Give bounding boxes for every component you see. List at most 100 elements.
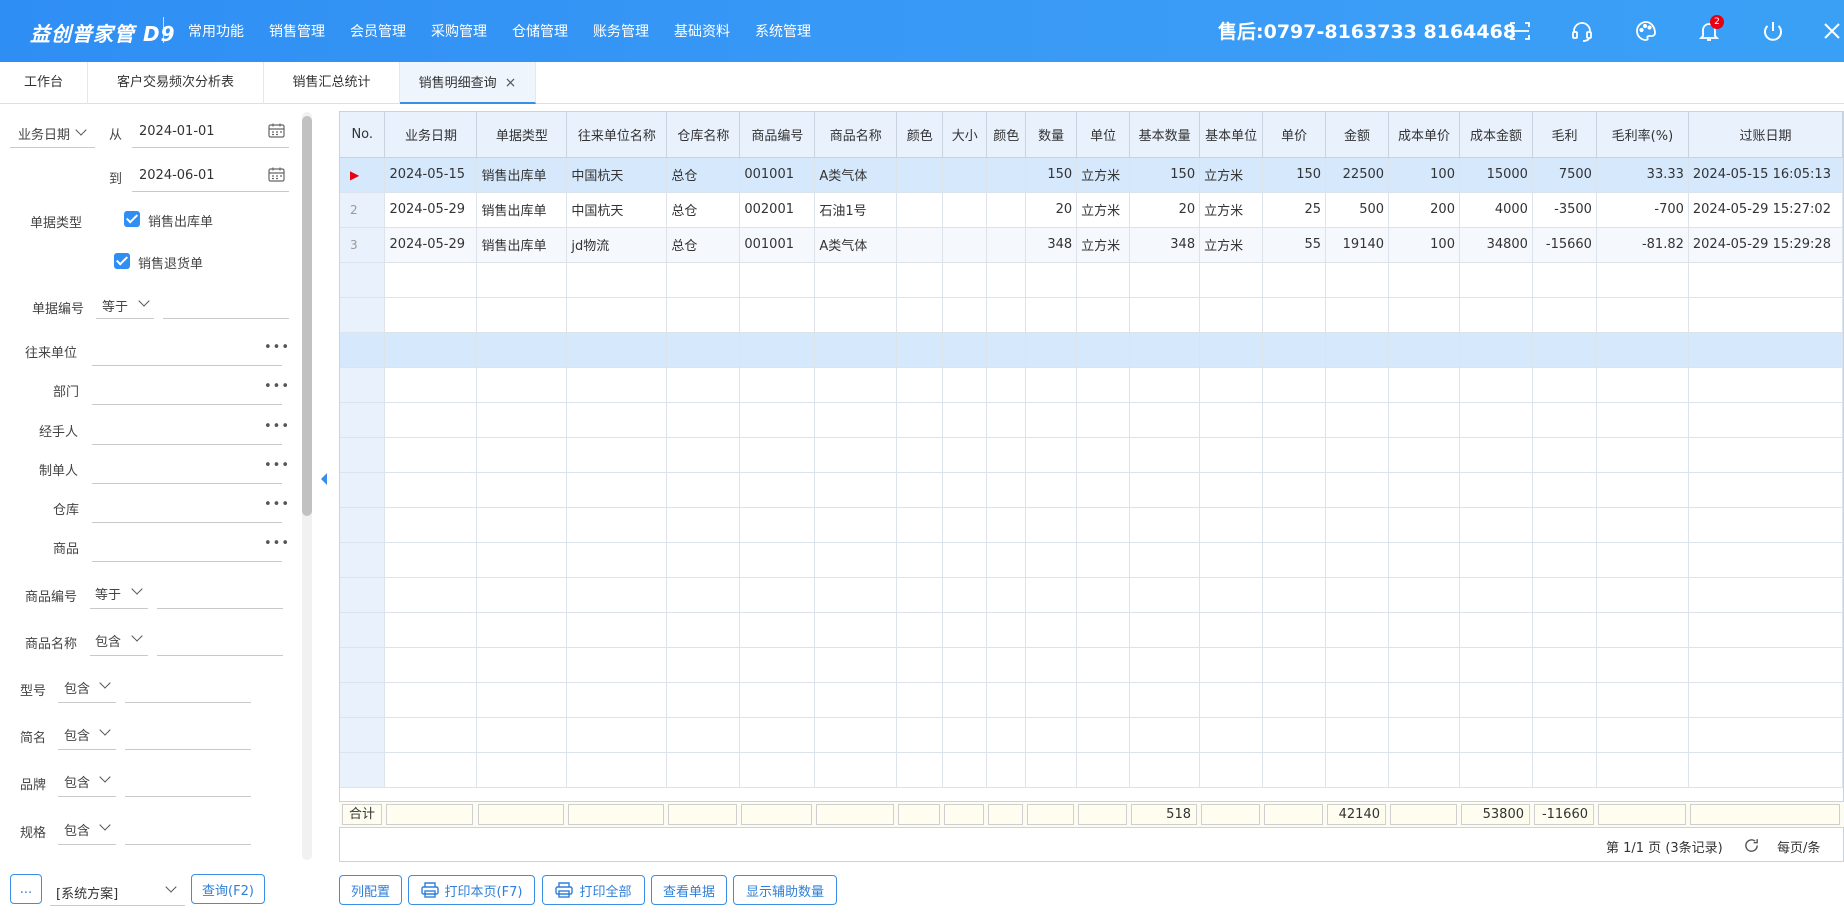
product-code-input[interactable] bbox=[157, 608, 283, 609]
partner-lookup-button[interactable]: ••• bbox=[264, 340, 290, 355]
column-header[interactable]: No. bbox=[340, 112, 386, 158]
column-header[interactable]: 基本数量 bbox=[1129, 112, 1201, 158]
more-options-button[interactable]: ... bbox=[10, 874, 42, 904]
print-page-button[interactable]: 打印本页(F7) bbox=[408, 875, 535, 905]
refresh-icon[interactable] bbox=[1743, 837, 1760, 854]
column-header[interactable]: 往来单位名称 bbox=[566, 112, 668, 158]
nav-common[interactable]: 常用功能 bbox=[188, 21, 244, 41]
handler-input[interactable] bbox=[92, 444, 282, 445]
short-name-label: 简名 bbox=[20, 731, 47, 746]
empty-row bbox=[340, 402, 1843, 438]
product-name-input[interactable] bbox=[157, 655, 283, 656]
close-icon[interactable] bbox=[1818, 17, 1844, 45]
warehouse-lookup-button[interactable]: ••• bbox=[264, 497, 290, 512]
column-header[interactable]: 仓库名称 bbox=[666, 112, 741, 158]
column-header[interactable]: 毛利 bbox=[1532, 112, 1597, 158]
palette-icon[interactable] bbox=[1632, 17, 1660, 45]
column-header[interactable]: 商品名称 bbox=[814, 112, 898, 158]
nav-sales[interactable]: 销售管理 bbox=[269, 21, 325, 41]
table-row[interactable]: 2 2024-05-29 销售出库单 中国杭天 总仓 002001 石油1号 2… bbox=[340, 192, 1843, 228]
tab-customer-frequency[interactable]: 客户交易频次分析表 bbox=[88, 62, 264, 104]
brand-operator[interactable]: 包含 bbox=[64, 772, 90, 791]
date-type-select[interactable]: 业务日期 bbox=[18, 124, 70, 143]
show-aux-qty-button[interactable]: 显示辅助数量 bbox=[733, 875, 837, 905]
cell-name: A类气体 bbox=[814, 157, 898, 193]
column-header[interactable]: 单据类型 bbox=[476, 112, 568, 158]
column-header[interactable]: 成本单价 bbox=[1388, 112, 1460, 158]
cell-date: 2024-05-29 bbox=[384, 192, 478, 228]
dept-lookup-button[interactable]: ••• bbox=[264, 379, 290, 394]
tab-close-icon[interactable]: × bbox=[505, 75, 517, 91]
scan-icon[interactable] bbox=[1506, 17, 1534, 45]
column-header[interactable]: 数量 bbox=[1025, 112, 1078, 158]
column-header[interactable]: 基本单位 bbox=[1199, 112, 1264, 158]
tab-sales-summary[interactable]: 销售汇总统计 bbox=[264, 62, 400, 104]
product-lookup-button[interactable]: ••• bbox=[264, 536, 290, 551]
short-name-operator[interactable]: 包含 bbox=[64, 725, 90, 744]
model-operator[interactable]: 包含 bbox=[64, 678, 90, 697]
collapse-panel-handle[interactable] bbox=[321, 473, 327, 485]
view-document-button[interactable]: 查看单据 bbox=[651, 875, 727, 905]
empty-row bbox=[340, 647, 1843, 683]
creator-input[interactable] bbox=[92, 483, 282, 484]
column-header[interactable]: 颜色 bbox=[986, 112, 1027, 158]
handler-lookup-button[interactable]: ••• bbox=[264, 419, 290, 434]
checkbox-sales-out[interactable] bbox=[124, 211, 140, 227]
column-header[interactable]: 商品编号 bbox=[739, 112, 816, 158]
tab-workbench[interactable]: 工作台 bbox=[0, 62, 88, 104]
partner-input[interactable] bbox=[92, 365, 282, 366]
nav-warehouse[interactable]: 仓储管理 bbox=[512, 21, 568, 41]
calendar-icon[interactable] bbox=[268, 167, 285, 182]
nav-system[interactable]: 系统管理 bbox=[755, 21, 811, 41]
dept-input[interactable] bbox=[92, 404, 282, 405]
column-header[interactable]: 成本金额 bbox=[1459, 112, 1533, 158]
column-header[interactable]: 业务日期 bbox=[384, 112, 478, 158]
power-icon[interactable] bbox=[1759, 17, 1787, 45]
product-code-operator[interactable]: 等于 bbox=[95, 584, 121, 603]
short-name-input[interactable] bbox=[125, 749, 251, 750]
nav-purchase[interactable]: 采购管理 bbox=[431, 21, 487, 41]
cell-price: 55 bbox=[1262, 227, 1327, 263]
cell-profit: 7500 bbox=[1532, 157, 1597, 193]
product-input[interactable] bbox=[92, 561, 282, 562]
per-page-label[interactable]: 每页/条 bbox=[1777, 837, 1820, 856]
tab-sales-detail[interactable]: 销售明细查询 × bbox=[400, 62, 536, 104]
creator-lookup-button[interactable]: ••• bbox=[264, 458, 290, 473]
doc-no-input[interactable] bbox=[163, 318, 289, 319]
scheme-select[interactable]: [系统方案] bbox=[50, 876, 185, 906]
column-header[interactable]: 毛利率(%) bbox=[1596, 112, 1689, 158]
spec-operator[interactable]: 包含 bbox=[64, 820, 90, 839]
checkbox-sales-return[interactable] bbox=[114, 253, 130, 269]
nav-accounts[interactable]: 账务管理 bbox=[593, 21, 649, 41]
column-header[interactable]: 颜色 bbox=[896, 112, 944, 158]
column-header[interactable]: 金额 bbox=[1325, 112, 1390, 158]
empty-row bbox=[340, 717, 1843, 753]
query-button[interactable]: 查询(F2) bbox=[191, 874, 265, 904]
column-header[interactable]: 单价 bbox=[1262, 112, 1327, 158]
column-config-button[interactable]: 列配置 bbox=[339, 875, 402, 905]
product-name-operator[interactable]: 包含 bbox=[95, 631, 121, 650]
column-header[interactable]: 过账日期 bbox=[1688, 112, 1843, 158]
row-number: 3 bbox=[340, 227, 386, 263]
nav-members[interactable]: 会员管理 bbox=[350, 21, 406, 41]
headset-icon[interactable] bbox=[1568, 17, 1596, 45]
model-input[interactable] bbox=[125, 702, 251, 703]
filter-scrollbar-thumb[interactable] bbox=[302, 116, 312, 516]
print-all-button[interactable]: 打印全部 bbox=[542, 875, 645, 905]
doc-no-operator[interactable]: 等于 bbox=[102, 296, 128, 315]
spec-input[interactable] bbox=[125, 844, 251, 845]
to-date-input[interactable]: 2024-06-01 bbox=[139, 168, 215, 183]
column-header[interactable]: 大小 bbox=[942, 112, 988, 158]
column-header[interactable]: 单位 bbox=[1076, 112, 1131, 158]
nav-basic-data[interactable]: 基础资料 bbox=[674, 21, 730, 41]
table-row[interactable]: 3 2024-05-29 销售出库单 jd物流 总仓 001001 A类气体 3… bbox=[340, 227, 1843, 263]
warehouse-input[interactable] bbox=[92, 522, 282, 523]
calendar-icon[interactable] bbox=[268, 123, 285, 138]
cell-size bbox=[942, 192, 988, 228]
bell-icon[interactable]: 2 bbox=[1695, 15, 1724, 45]
empty-row bbox=[340, 612, 1843, 648]
printer-icon bbox=[555, 882, 574, 898]
from-date-input[interactable]: 2024-01-01 bbox=[139, 124, 215, 139]
brand-input[interactable] bbox=[125, 796, 251, 797]
table-row[interactable]: ▶ 2024-05-15 销售出库单 中国杭天 总仓 001001 A类气体 1… bbox=[340, 157, 1843, 193]
